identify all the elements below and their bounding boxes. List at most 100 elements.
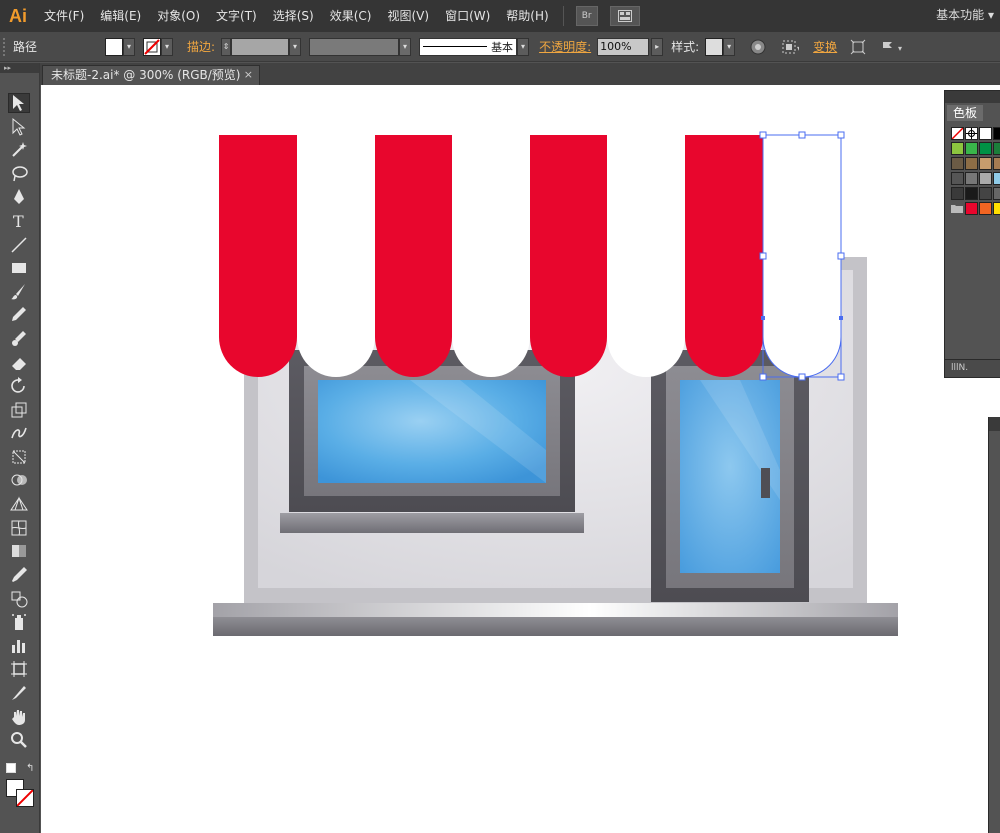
column-graph-button[interactable] — [8, 636, 30, 656]
fill-swatch[interactable] — [105, 37, 124, 56]
close-tab-icon[interactable]: × — [244, 66, 253, 84]
default-colors-icon[interactable]: ↰ — [26, 763, 34, 774]
swatch[interactable] — [993, 142, 1000, 155]
shape-builder-button[interactable] — [8, 471, 30, 491]
menu-window[interactable]: 窗口(W) — [437, 0, 498, 32]
swatch[interactable] — [993, 127, 1000, 140]
swatch[interactable] — [993, 202, 1000, 215]
menu-type[interactable]: 文字(T) — [208, 0, 265, 32]
artboard-tool-button[interactable] — [8, 659, 30, 679]
stroke-color-box[interactable] — [16, 789, 34, 807]
align-dropdown-button[interactable]: ▾ — [781, 38, 799, 56]
menu-edit[interactable]: 编辑(E) — [92, 0, 149, 32]
brush-dropdown-arrow[interactable]: ▾ — [517, 37, 530, 56]
zoom-tool-button[interactable] — [8, 730, 30, 750]
hand-tool-button[interactable] — [8, 707, 30, 727]
menu-view[interactable]: 视图(V) — [379, 0, 437, 32]
scale-tool-button[interactable] — [8, 400, 30, 420]
stroke-weight-stepper[interactable]: ⇕ — [221, 37, 232, 56]
arrange-documents-button[interactable] — [609, 6, 640, 26]
style-dropdown[interactable]: ▾ — [723, 37, 736, 56]
bridge-button[interactable]: Br — [575, 6, 598, 26]
swatches-tab[interactable]: 色板 — [947, 105, 984, 121]
collapsed-side-panel[interactable] — [988, 417, 1000, 833]
brush-definition-dropdown[interactable]: 基本 — [419, 37, 518, 56]
swatch-none[interactable] — [951, 127, 964, 140]
type-tool-button[interactable]: T — [8, 211, 30, 231]
stroke-weight-dropdown[interactable]: ▾ — [289, 37, 302, 56]
transform-link[interactable]: 变换 — [813, 38, 837, 55]
direct-selection-tool-button[interactable] — [8, 117, 30, 137]
variable-width-profile[interactable] — [309, 37, 400, 56]
tools-panel-grip[interactable]: ▸▸ — [0, 63, 39, 73]
swatch[interactable] — [993, 172, 1000, 185]
swatches-panel-header[interactable] — [945, 91, 1000, 103]
swatch[interactable] — [965, 142, 978, 155]
pencil-button[interactable] — [8, 305, 30, 325]
artboard-canvas[interactable] — [41, 85, 1000, 833]
stroke-dropdown[interactable]: ▾ — [161, 37, 174, 56]
swatch[interactable] — [979, 202, 992, 215]
swatch[interactable] — [993, 157, 1000, 170]
menu-help[interactable]: 帮助(H) — [498, 0, 556, 32]
swatch[interactable] — [979, 127, 992, 140]
line-tool-button[interactable] — [8, 235, 30, 255]
pen-tool-button[interactable] — [8, 187, 30, 207]
free-transform-button[interactable] — [8, 447, 30, 467]
variable-width-dropdown[interactable]: ▾ — [399, 37, 412, 56]
rotate-tool-button[interactable] — [8, 376, 30, 396]
menu-effect[interactable]: 效果(C) — [322, 0, 380, 32]
eyedropper-button[interactable] — [8, 565, 30, 585]
perspective-grid-button[interactable] — [8, 494, 30, 514]
blend-tool-button[interactable] — [8, 589, 30, 609]
opacity-label[interactable]: 不透明度: — [539, 38, 591, 55]
isolate-selected-button[interactable] — [849, 38, 867, 56]
gradient-tool-button[interactable] — [8, 541, 30, 561]
eraser-button[interactable] — [8, 353, 30, 373]
opacity-dropdown[interactable]: ▸ — [651, 37, 664, 56]
opacity-field[interactable]: 100% — [597, 37, 650, 56]
swatch-libraries-menu[interactable]: lllN. — [945, 359, 1000, 377]
slice-tool-button[interactable] — [8, 683, 30, 703]
swatch[interactable] — [979, 172, 992, 185]
selection-tool-button[interactable] — [8, 93, 30, 113]
swatch[interactable] — [951, 142, 964, 155]
blob-brush-button[interactable] — [8, 329, 30, 349]
workspace-switcher[interactable]: 基本功能 ▾ — [936, 0, 994, 30]
rectangle-tool-button[interactable] — [8, 258, 30, 278]
menu-file[interactable]: 文件(F) — [36, 0, 92, 32]
magic-wand-button[interactable] — [8, 140, 30, 160]
stroke-swatch[interactable] — [143, 37, 162, 56]
swatch-registration[interactable] — [965, 127, 978, 140]
menu-object[interactable]: 对象(O) — [149, 0, 208, 32]
fill-dropdown[interactable]: ▾ — [123, 37, 136, 56]
swatch[interactable] — [979, 142, 992, 155]
swatch[interactable] — [965, 187, 978, 200]
swatch[interactable] — [979, 157, 992, 170]
warp-tool-button[interactable] — [8, 423, 30, 443]
swatch[interactable] — [951, 172, 964, 185]
collapsed-panel-header[interactable] — [989, 417, 1000, 431]
document-tab[interactable]: 未标题-2.ai* @ 300% (RGB/预览) × — [42, 65, 260, 85]
symbol-sprayer-button[interactable] — [8, 612, 30, 632]
swatch[interactable] — [979, 187, 992, 200]
swatch[interactable] — [965, 202, 978, 215]
swatch[interactable] — [993, 187, 1000, 200]
swatch[interactable] — [951, 187, 964, 200]
swatch-group-folder-icon[interactable] — [951, 202, 964, 215]
paintbrush-button[interactable] — [8, 282, 30, 302]
fill-stroke-selector[interactable]: ↰ — [4, 763, 38, 813]
mesh-tool-button[interactable] — [8, 518, 30, 538]
graphic-style-swatch[interactable] — [705, 37, 724, 56]
lasso-button[interactable] — [8, 164, 30, 184]
swatch[interactable] — [965, 172, 978, 185]
swatch[interactable] — [951, 157, 964, 170]
control-bar-grip[interactable] — [3, 37, 7, 56]
swatch[interactable] — [965, 157, 978, 170]
document-options-button[interactable]: ▾ — [879, 38, 909, 56]
menu-select[interactable]: 选择(S) — [265, 0, 322, 32]
stroke-label[interactable]: 描边: — [187, 38, 215, 55]
stroke-weight-field[interactable] — [231, 37, 290, 56]
swap-fill-stroke-icon[interactable] — [6, 763, 16, 773]
recolor-artwork-button[interactable] — [749, 38, 767, 56]
